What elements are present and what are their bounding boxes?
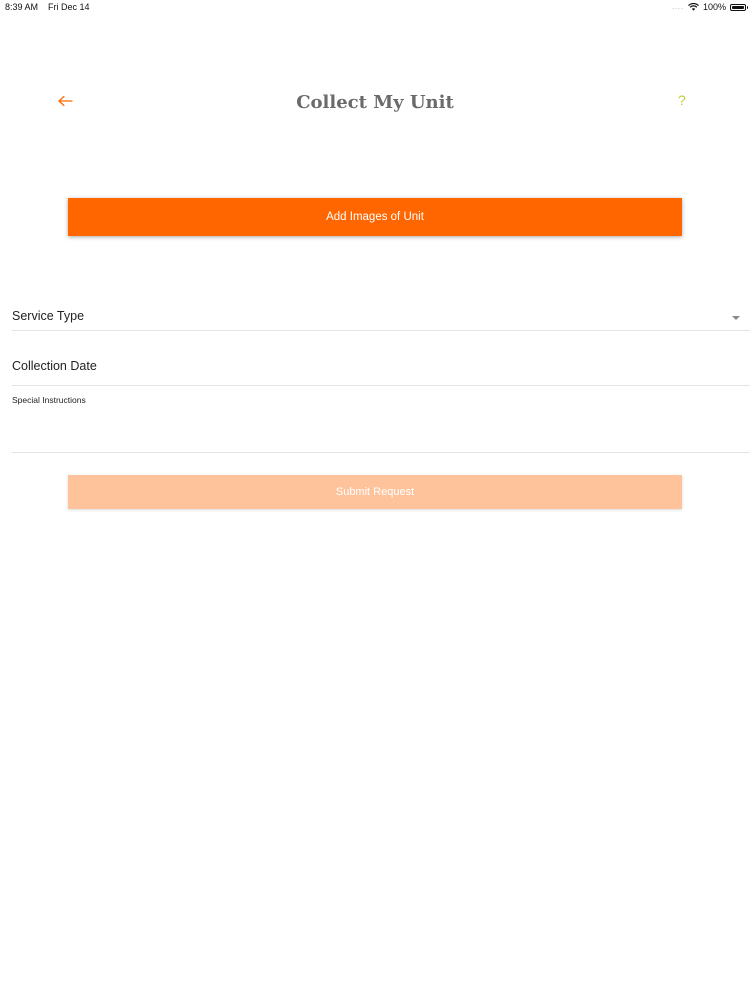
status-indicators: .... 100% [672, 2, 748, 12]
status-time: 8:39 AM [5, 2, 39, 12]
battery-icon [730, 3, 748, 11]
collection-date-field[interactable]: Collection Date [12, 353, 750, 386]
question-mark-icon[interactable]: ? [678, 92, 686, 108]
special-instructions-input[interactable] [12, 410, 746, 450]
battery-fill [732, 5, 744, 9]
collection-date-label: Collection Date [12, 359, 97, 373]
page-title: Collect My Unit [296, 92, 454, 113]
service-type-select[interactable]: Service Type [12, 303, 750, 331]
add-images-button[interactable]: Add Images of Unit [68, 198, 682, 236]
status-bar: 8:39 AM Fri Dec 14 .... 100% [0, 0, 750, 16]
status-date: Fri Dec 14 [48, 2, 90, 12]
wifi-icon [688, 3, 699, 11]
signal-icon: .... [672, 3, 684, 11]
battery-percent: 100% [702, 2, 726, 12]
collect-my-unit-screen: 8:39 AM Fri Dec 14 .... 100% Collect My … [0, 0, 750, 1000]
special-instructions-label: Special Instructions [12, 395, 86, 405]
service-type-label: Service Type [12, 309, 85, 323]
submit-request-button[interactable]: Submit Request [68, 475, 682, 509]
special-instructions-field: Special Instructions [12, 392, 750, 453]
chevron-down-icon[interactable] [732, 316, 740, 320]
